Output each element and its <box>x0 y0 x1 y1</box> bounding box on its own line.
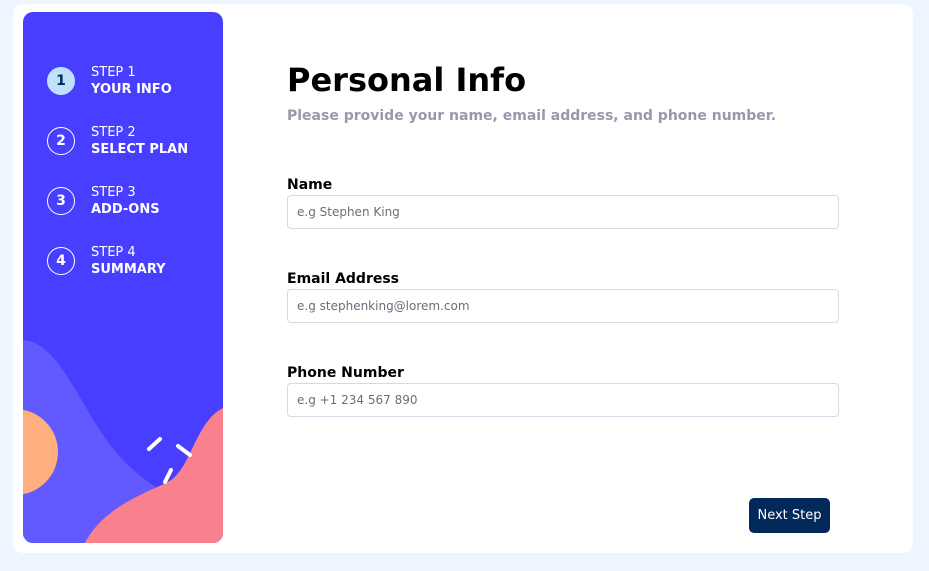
page-subtitle: Please provide your name, email address,… <box>287 108 777 124</box>
sparkle-line <box>176 444 192 457</box>
step-text: STEP 3 ADD-ONS <box>91 184 160 218</box>
step-text: STEP 4 SUMMARY <box>91 244 166 278</box>
email-input[interactable] <box>287 289 839 323</box>
step-item-select-plan[interactable]: 2 STEP 2 SELECT PLAN <box>47 124 188 158</box>
sparkle-line <box>147 437 162 451</box>
step-label: STEP 4 <box>91 245 136 260</box>
next-step-button[interactable]: Next Step <box>749 498 830 533</box>
step-title: SELECT PLAN <box>91 142 189 157</box>
step-title: SUMMARY <box>91 262 166 277</box>
step-number-badge: 2 <box>47 127 75 155</box>
step-number-badge: 4 <box>47 247 75 275</box>
step-title: YOUR INFO <box>91 82 172 97</box>
sidebar: 1 STEP 1 YOUR INFO 2 STEP 2 SELECT PLAN … <box>23 12 223 543</box>
step-item-your-info[interactable]: 1 STEP 1 YOUR INFO <box>47 64 188 98</box>
step-label: STEP 1 <box>91 65 136 80</box>
name-label: Name <box>287 177 333 193</box>
step-text: STEP 1 YOUR INFO <box>91 64 172 98</box>
step-list: 1 STEP 1 YOUR INFO 2 STEP 2 SELECT PLAN … <box>47 64 188 304</box>
email-label: Email Address <box>287 271 400 287</box>
page-title: Personal Info <box>287 61 527 99</box>
step-label: STEP 2 <box>91 125 136 140</box>
phone-input[interactable] <box>287 383 839 417</box>
step-label: STEP 3 <box>91 185 136 200</box>
step-item-add-ons[interactable]: 3 STEP 3 ADD-ONS <box>47 184 188 218</box>
name-input[interactable] <box>287 195 839 229</box>
step-item-summary[interactable]: 4 STEP 4 SUMMARY <box>47 244 188 278</box>
personal-info-form: Personal Info Please provide your name, … <box>287 60 839 417</box>
step-title: ADD-ONS <box>91 202 160 217</box>
step-number-badge: 1 <box>47 67 75 95</box>
sparkle-line <box>163 468 173 484</box>
step-text: STEP 2 SELECT PLAN <box>91 124 188 158</box>
phone-label: Phone Number <box>287 365 404 381</box>
step-number-badge: 3 <box>47 187 75 215</box>
email-field-group: Email Address <box>287 270 839 323</box>
phone-field-group: Phone Number <box>287 364 839 417</box>
name-field-group: Name <box>287 176 839 229</box>
